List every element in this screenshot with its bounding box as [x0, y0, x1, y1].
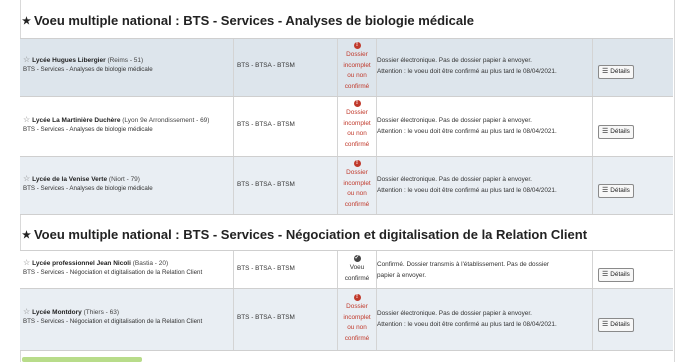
alert-icon: ! [353, 100, 361, 107]
alert-icon: ! [353, 294, 361, 301]
formation-type: BTS - BTSA - BTSM [237, 121, 295, 128]
alert-icon: ! [353, 42, 361, 49]
check-icon: ✓ [353, 255, 361, 262]
formation-label: BTS - Services - Analyses de biologie mé… [23, 126, 153, 133]
favorite-star-icon[interactable]: ☆ [23, 258, 30, 267]
school-location: (Bastia - 20) [132, 260, 169, 267]
list-icon: ☰ [602, 68, 609, 75]
details-button[interactable]: ☰ Détails [598, 318, 634, 332]
details-button[interactable]: ☰ Détails [598, 65, 634, 79]
formation-type: BTS - BTSA - BTSM [237, 265, 295, 272]
formation-label: BTS - Services - Analyses de biologie mé… [23, 66, 153, 73]
wish-row: ☆ Lycée Hugues Libergier (Reims - 51) BTS… [20, 38, 673, 97]
star-icon: ★ [22, 16, 31, 27]
school-location: (Reims - 51) [107, 57, 144, 64]
formation-label: BTS - Services - Négociation et digitali… [23, 269, 203, 276]
status-badge: ! Dossier incomplet ou non confirmé [343, 100, 371, 148]
status-badge: ✓ Voeu confirmé [344, 255, 370, 282]
section-title-biologie: ★ Voeu multiple national : BTS - Services… [22, 13, 474, 28]
wish-row: ☆ Lycée professionnel Jean Nicoli (Bastia… [20, 250, 673, 289]
school-location: (Lyon 9e Arrondissement - 69) [122, 117, 210, 124]
details-button[interactable]: ☰ Détails [598, 184, 634, 198]
favorite-star-icon[interactable]: ☆ [23, 174, 30, 183]
school-location: (Niort - 79) [108, 176, 140, 183]
star-icon: ★ [22, 230, 31, 241]
formation-label: BTS - Services - Analyses de biologie mé… [23, 185, 153, 192]
section-title-negociation: ★ Voeu multiple national : BTS - Services… [22, 227, 588, 242]
school-name: Lycée La Martinière Duchère [32, 117, 121, 124]
favorite-star-icon[interactable]: ☆ [23, 115, 30, 124]
school-name: Lycée Hugues Libergier [32, 57, 106, 64]
details-button[interactable]: ☰ Détails [598, 125, 634, 139]
wish-row: ☆ Lycée La Martinière Duchère (Lyon 9e Ar… [20, 96, 673, 157]
school-name: Lycée professionnel Jean Nicoli [32, 260, 131, 267]
status-message: Dossier électronique. Pas de dossier pap… [377, 176, 557, 194]
next-section-bar [22, 357, 142, 362]
status-badge: ! Dossier incomplet ou non confirmé [343, 294, 371, 342]
status-message: Confirmé. Dossier transmis à l'établisse… [377, 261, 550, 279]
formation-type: BTS - BTSA - BTSM [237, 181, 295, 188]
school-location: (Thiers - 63) [83, 309, 119, 316]
favorite-star-icon[interactable]: ☆ [23, 307, 30, 316]
school-name: Lycée Montdory [32, 309, 82, 316]
favorite-star-icon[interactable]: ☆ [23, 55, 30, 64]
formation-type: BTS - BTSA - BTSM [237, 62, 295, 69]
status-badge: ! Dossier incomplet ou non confirmé [343, 42, 371, 90]
list-icon: ☰ [602, 321, 609, 328]
status-message: Dossier électronique. Pas de dossier pap… [377, 57, 557, 75]
alert-icon: ! [353, 160, 361, 167]
details-button[interactable]: ☰ Détails [598, 268, 634, 282]
wish-row: ☆ Lycée de la Venise Verte (Niort - 79) B… [20, 156, 673, 215]
formation-label: BTS - Services - Négociation et digitali… [23, 318, 203, 325]
formation-type: BTS - BTSA - BTSM [237, 314, 295, 321]
status-badge: ! Dossier incomplet ou non confirmé [343, 160, 371, 208]
status-message: Dossier électronique. Pas de dossier pap… [377, 117, 557, 135]
status-message: Dossier électronique. Pas de dossier pap… [377, 310, 557, 328]
list-icon: ☰ [602, 271, 609, 278]
school-name: Lycée de la Venise Verte [32, 176, 108, 183]
wish-row: ☆ Lycée Montdory (Thiers - 63) BTS - Serv… [20, 288, 673, 351]
list-icon: ☰ [602, 128, 609, 135]
list-icon: ☰ [602, 187, 609, 194]
